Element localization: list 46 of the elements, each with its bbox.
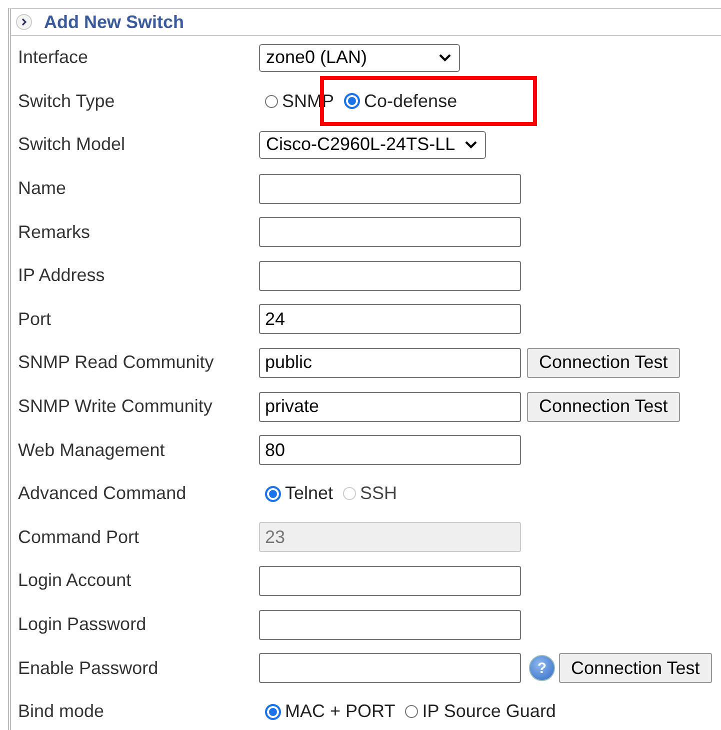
radio-label[interactable]: Co-defense	[364, 90, 458, 112]
radio-button[interactable]	[344, 93, 360, 110]
input-field[interactable]: public	[259, 348, 521, 378]
field-label: Login Account	[17, 570, 132, 592]
caret-icon	[439, 54, 451, 62]
field-label: Remarks	[17, 222, 92, 243]
input-field[interactable]: private	[259, 392, 521, 422]
field-label: Switch Model	[17, 134, 126, 156]
field-label: Login Password	[17, 614, 148, 636]
input-field[interactable]: 24	[259, 304, 521, 334]
connection-test-button[interactable]: Connection Test	[559, 653, 712, 684]
connection-test-button[interactable]: Connection Test	[527, 392, 680, 422]
connection-test-button[interactable]: Connection Test	[527, 348, 680, 378]
radio-button[interactable]	[405, 705, 418, 718]
dropdown[interactable]: zone0 (LAN)	[259, 44, 460, 72]
panel-title: Add New Switch	[44, 12, 184, 32]
caret-icon	[465, 140, 478, 149]
field-label: Name	[17, 178, 68, 200]
field-label: IP Address	[17, 265, 106, 286]
dropdown[interactable]: Cisco-C2960L-24TS-LL	[259, 130, 486, 159]
field-label: Interface	[17, 47, 90, 68]
radio-button[interactable]	[265, 486, 281, 502]
dropdown-value: zone0 (LAN)	[266, 47, 368, 68]
input-field[interactable]	[259, 610, 521, 640]
field-label: Web Management	[17, 440, 166, 461]
input-field[interactable]	[259, 217, 521, 248]
field-label: Switch Type	[17, 90, 116, 112]
field-label: SNMP Write Community	[17, 396, 214, 418]
field-label: SNMP Read Community	[17, 352, 215, 374]
field-label: Port	[17, 308, 52, 330]
field-label: Command Port	[17, 526, 140, 548]
radio-label[interactable]: IP Source Guard	[422, 701, 556, 722]
dropdown-value: Cisco-C2960L-24TS-LL	[266, 134, 456, 156]
radio-button[interactable]	[265, 704, 281, 720]
field-label: Enable Password	[17, 658, 160, 679]
input-field[interactable]	[259, 653, 521, 684]
input-field[interactable]	[259, 566, 521, 596]
input-field[interactable]	[259, 174, 521, 204]
radio-button[interactable]	[265, 94, 278, 108]
field-label: Bind mode	[17, 701, 106, 722]
chevron-icon[interactable]	[16, 14, 32, 30]
radio-label[interactable]: Telnet	[285, 483, 334, 504]
input-field[interactable]	[259, 260, 521, 291]
input-field[interactable]: 80	[259, 435, 521, 466]
field-label: Advanced Command	[17, 483, 188, 504]
radio-label[interactable]: MAC + PORT	[285, 701, 396, 722]
